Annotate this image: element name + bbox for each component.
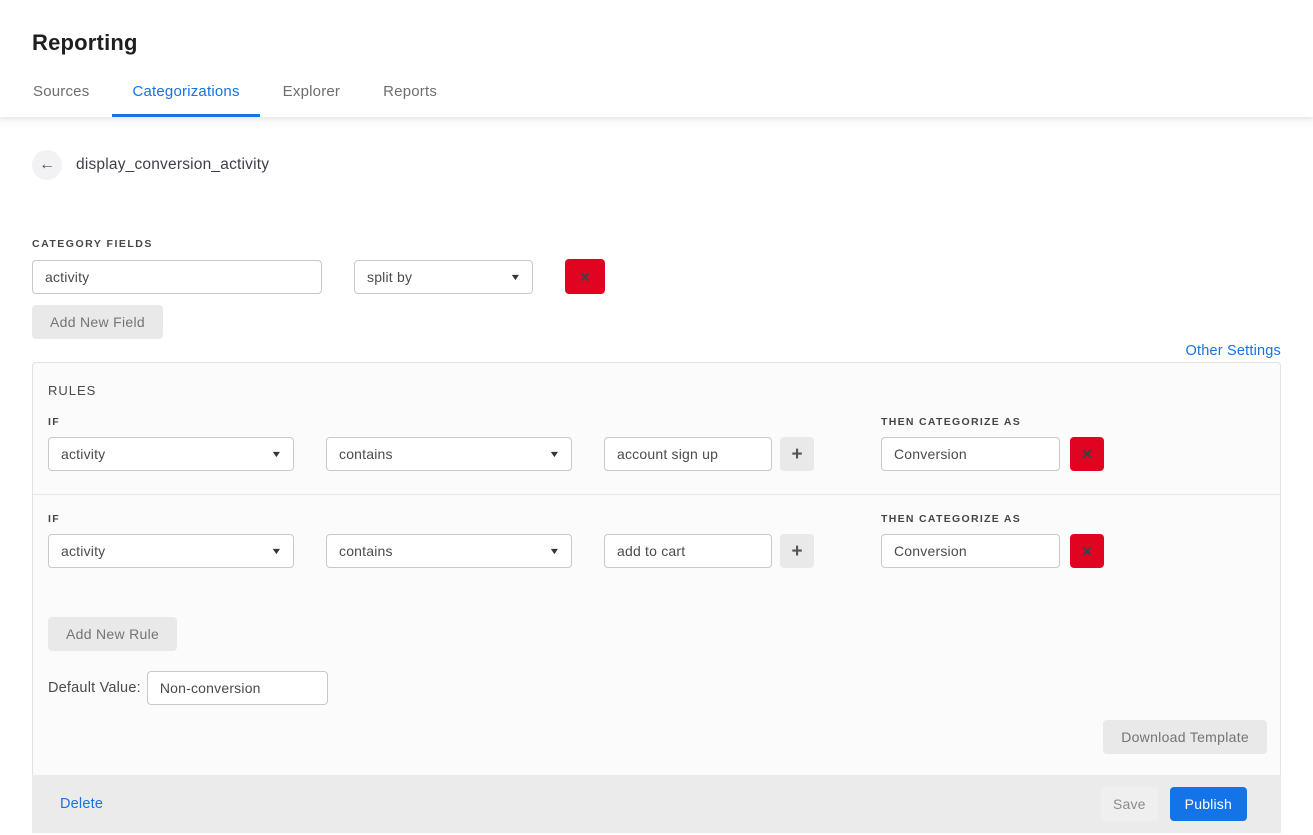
rule-field-value: activity — [61, 446, 105, 462]
rules-panel: Rules If activity ▼ contains ▼ + — [32, 362, 1281, 775]
aggregation-select-value: split by — [367, 269, 412, 285]
rule-condition-controls: activity ▼ contains ▼ + — [48, 534, 881, 568]
rule-value-input[interactable] — [604, 437, 772, 471]
rule-condition: If activity ▼ contains ▼ + — [48, 416, 881, 471]
close-icon: ✕ — [1081, 447, 1093, 461]
if-label: If — [48, 513, 881, 525]
if-label: If — [48, 416, 881, 428]
chevron-down-icon: ▼ — [509, 272, 521, 282]
rule-field-value: activity — [61, 543, 105, 559]
app-header: Reporting Sources Categorizations Explor… — [0, 0, 1313, 117]
tab-bar: Sources Categorizations Explorer Reports — [32, 83, 1281, 117]
add-value-button[interactable]: + — [780, 534, 814, 568]
tab-explorer[interactable]: Explorer — [283, 83, 340, 117]
categorization-name: display_conversion_activity — [76, 156, 269, 174]
back-arrow-icon: ← — [39, 157, 55, 173]
rule-field-select[interactable]: activity ▼ — [48, 437, 294, 471]
main-content: ← display_conversion_activity Category F… — [0, 117, 1313, 829]
tab-categorizations[interactable]: Categorizations — [132, 83, 239, 117]
category-fields-label: Category Fields — [32, 238, 1281, 250]
tab-reports[interactable]: Reports — [383, 83, 437, 117]
rule-result-controls: ✕ — [881, 437, 1104, 471]
default-value-row: Default Value: — [48, 671, 1280, 705]
delete-field-button[interactable]: ✕ — [565, 259, 605, 294]
rules-section-label: Rules — [48, 383, 1280, 398]
rule-operator-select[interactable]: contains ▼ — [326, 534, 572, 568]
aggregation-select[interactable]: split by ▼ — [354, 260, 533, 294]
tab-sources[interactable]: Sources — [33, 83, 89, 117]
rule-result-controls: ✕ — [881, 534, 1104, 568]
plus-icon: + — [791, 445, 802, 464]
panel-footer: Delete Save Publish — [32, 775, 1281, 833]
rule-row: If activity ▼ contains ▼ + — [33, 495, 1280, 591]
field-name-input[interactable] — [32, 260, 322, 294]
delete-rule-button[interactable]: ✕ — [1070, 437, 1104, 471]
rule-condition: If activity ▼ contains ▼ + — [48, 513, 881, 568]
back-button[interactable]: ← — [32, 150, 62, 180]
page-title: Reporting — [32, 30, 1281, 56]
add-rule-button[interactable]: Add New Rule — [48, 617, 177, 651]
default-value-label: Default Value: — [48, 680, 141, 696]
default-value-input[interactable] — [147, 671, 328, 705]
other-settings-link[interactable]: Other Settings — [1186, 343, 1282, 359]
chevron-down-icon: ▼ — [270, 449, 282, 459]
category-fields-section: Category Fields split by ▼ ✕ Add New Fie… — [32, 238, 1281, 339]
download-row: Download Template — [33, 705, 1280, 775]
category-fields-row: split by ▼ ✕ — [32, 259, 1281, 294]
download-template-button[interactable]: Download Template — [1103, 720, 1267, 754]
delete-link[interactable]: Delete — [60, 796, 103, 812]
rule-condition-controls: activity ▼ contains ▼ + — [48, 437, 881, 471]
chevron-down-icon: ▼ — [270, 546, 282, 556]
publish-button[interactable]: Publish — [1170, 787, 1247, 821]
rule-category-input[interactable] — [881, 534, 1060, 568]
plus-icon: + — [791, 542, 802, 561]
other-settings-row: Other Settings — [32, 342, 1281, 360]
detail-header: ← display_conversion_activity — [32, 150, 1281, 180]
close-icon: ✕ — [579, 270, 591, 284]
delete-rule-button[interactable]: ✕ — [1070, 534, 1104, 568]
rule-operator-select[interactable]: contains ▼ — [326, 437, 572, 471]
add-value-button[interactable]: + — [780, 437, 814, 471]
save-button[interactable]: Save — [1101, 787, 1158, 821]
rule-category-input[interactable] — [881, 437, 1060, 471]
add-field-button[interactable]: Add New Field — [32, 305, 163, 339]
rule-operator-value: contains — [339, 543, 393, 559]
rule-result: Then categorize as ✕ — [881, 416, 1104, 471]
rule-operator-value: contains — [339, 446, 393, 462]
chevron-down-icon: ▼ — [548, 546, 560, 556]
rule-field-select[interactable]: activity ▼ — [48, 534, 294, 568]
close-icon: ✕ — [1081, 544, 1093, 558]
then-categorize-label: Then categorize as — [881, 513, 1104, 525]
rule-result: Then categorize as ✕ — [881, 513, 1104, 568]
rule-row: If activity ▼ contains ▼ + — [33, 398, 1280, 495]
rule-value-input[interactable] — [604, 534, 772, 568]
then-categorize-label: Then categorize as — [881, 416, 1104, 428]
chevron-down-icon: ▼ — [548, 449, 560, 459]
